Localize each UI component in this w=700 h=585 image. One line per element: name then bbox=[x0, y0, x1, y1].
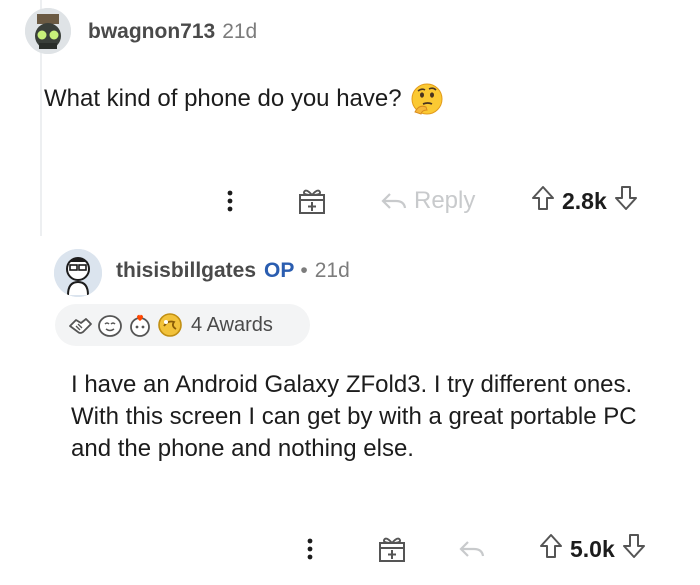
vote-controls: 2.8k bbox=[530, 181, 639, 221]
comment-age: 21d bbox=[314, 259, 350, 282]
more-options-button[interactable] bbox=[305, 529, 315, 569]
upvote-arrow-icon bbox=[540, 534, 562, 558]
comment-text: I have an Android Galaxy ZFold3. I try d… bbox=[71, 371, 637, 462]
downvote-arrow-icon bbox=[614, 186, 637, 210]
awards-pill[interactable]: 4 Awards bbox=[55, 304, 310, 346]
wholesome-award-icon bbox=[97, 312, 123, 338]
comment-age: 21d bbox=[222, 20, 258, 43]
meta-separator: • bbox=[300, 259, 308, 282]
username[interactable]: thisisbillgates bbox=[116, 259, 256, 283]
gift-icon bbox=[379, 537, 405, 562]
avatar[interactable] bbox=[54, 249, 102, 297]
upvote-button[interactable] bbox=[530, 184, 556, 218]
more-dots-icon bbox=[307, 538, 313, 560]
username[interactable]: bwagnon713 bbox=[88, 20, 215, 44]
vote-controls: 5.0k bbox=[538, 529, 647, 569]
comment-actions: Reply 2.8k bbox=[0, 181, 700, 221]
reply-button[interactable] bbox=[458, 529, 486, 569]
downvote-button[interactable] bbox=[621, 532, 647, 566]
gold-award-icon bbox=[157, 312, 183, 338]
comment-meta: thisisbillgates OP • 21d bbox=[116, 259, 350, 283]
comment-bwagnon713: bwagnon713 21d What kind of phone do you… bbox=[0, 0, 700, 236]
vote-score: 5.0k bbox=[570, 535, 615, 562]
op-badge: OP bbox=[264, 259, 295, 282]
more-dots-icon bbox=[227, 190, 233, 212]
give-award-button[interactable] bbox=[376, 529, 408, 569]
downvote-arrow-icon bbox=[622, 534, 645, 558]
thinking-face-icon bbox=[410, 82, 444, 116]
upvote-button[interactable] bbox=[538, 532, 564, 566]
reply-arrow-icon bbox=[381, 193, 407, 209]
awards-count-label: 4 Awards bbox=[191, 313, 273, 336]
comment-text: What kind of phone do you have? bbox=[44, 85, 402, 112]
reply-label: Reply bbox=[414, 187, 476, 214]
more-options-button[interactable] bbox=[225, 181, 235, 221]
downvote-button[interactable] bbox=[613, 184, 639, 218]
reply-arrow-icon bbox=[459, 541, 485, 557]
comment-body: I have an Android Galaxy ZFold3. I try d… bbox=[71, 369, 671, 465]
gift-icon bbox=[299, 189, 325, 214]
avatar[interactable] bbox=[25, 8, 71, 54]
heart-snoo-award-icon bbox=[127, 312, 153, 338]
give-award-button[interactable] bbox=[296, 181, 328, 221]
handshake-award-icon bbox=[67, 312, 93, 338]
comment-body: What kind of phone do you have? bbox=[44, 82, 444, 116]
reply-button[interactable]: Reply bbox=[380, 181, 475, 221]
upvote-arrow-icon bbox=[532, 186, 554, 210]
comment-actions: 5.0k bbox=[0, 529, 700, 569]
vote-score: 2.8k bbox=[562, 187, 607, 214]
comment-meta: bwagnon713 21d bbox=[88, 20, 257, 44]
